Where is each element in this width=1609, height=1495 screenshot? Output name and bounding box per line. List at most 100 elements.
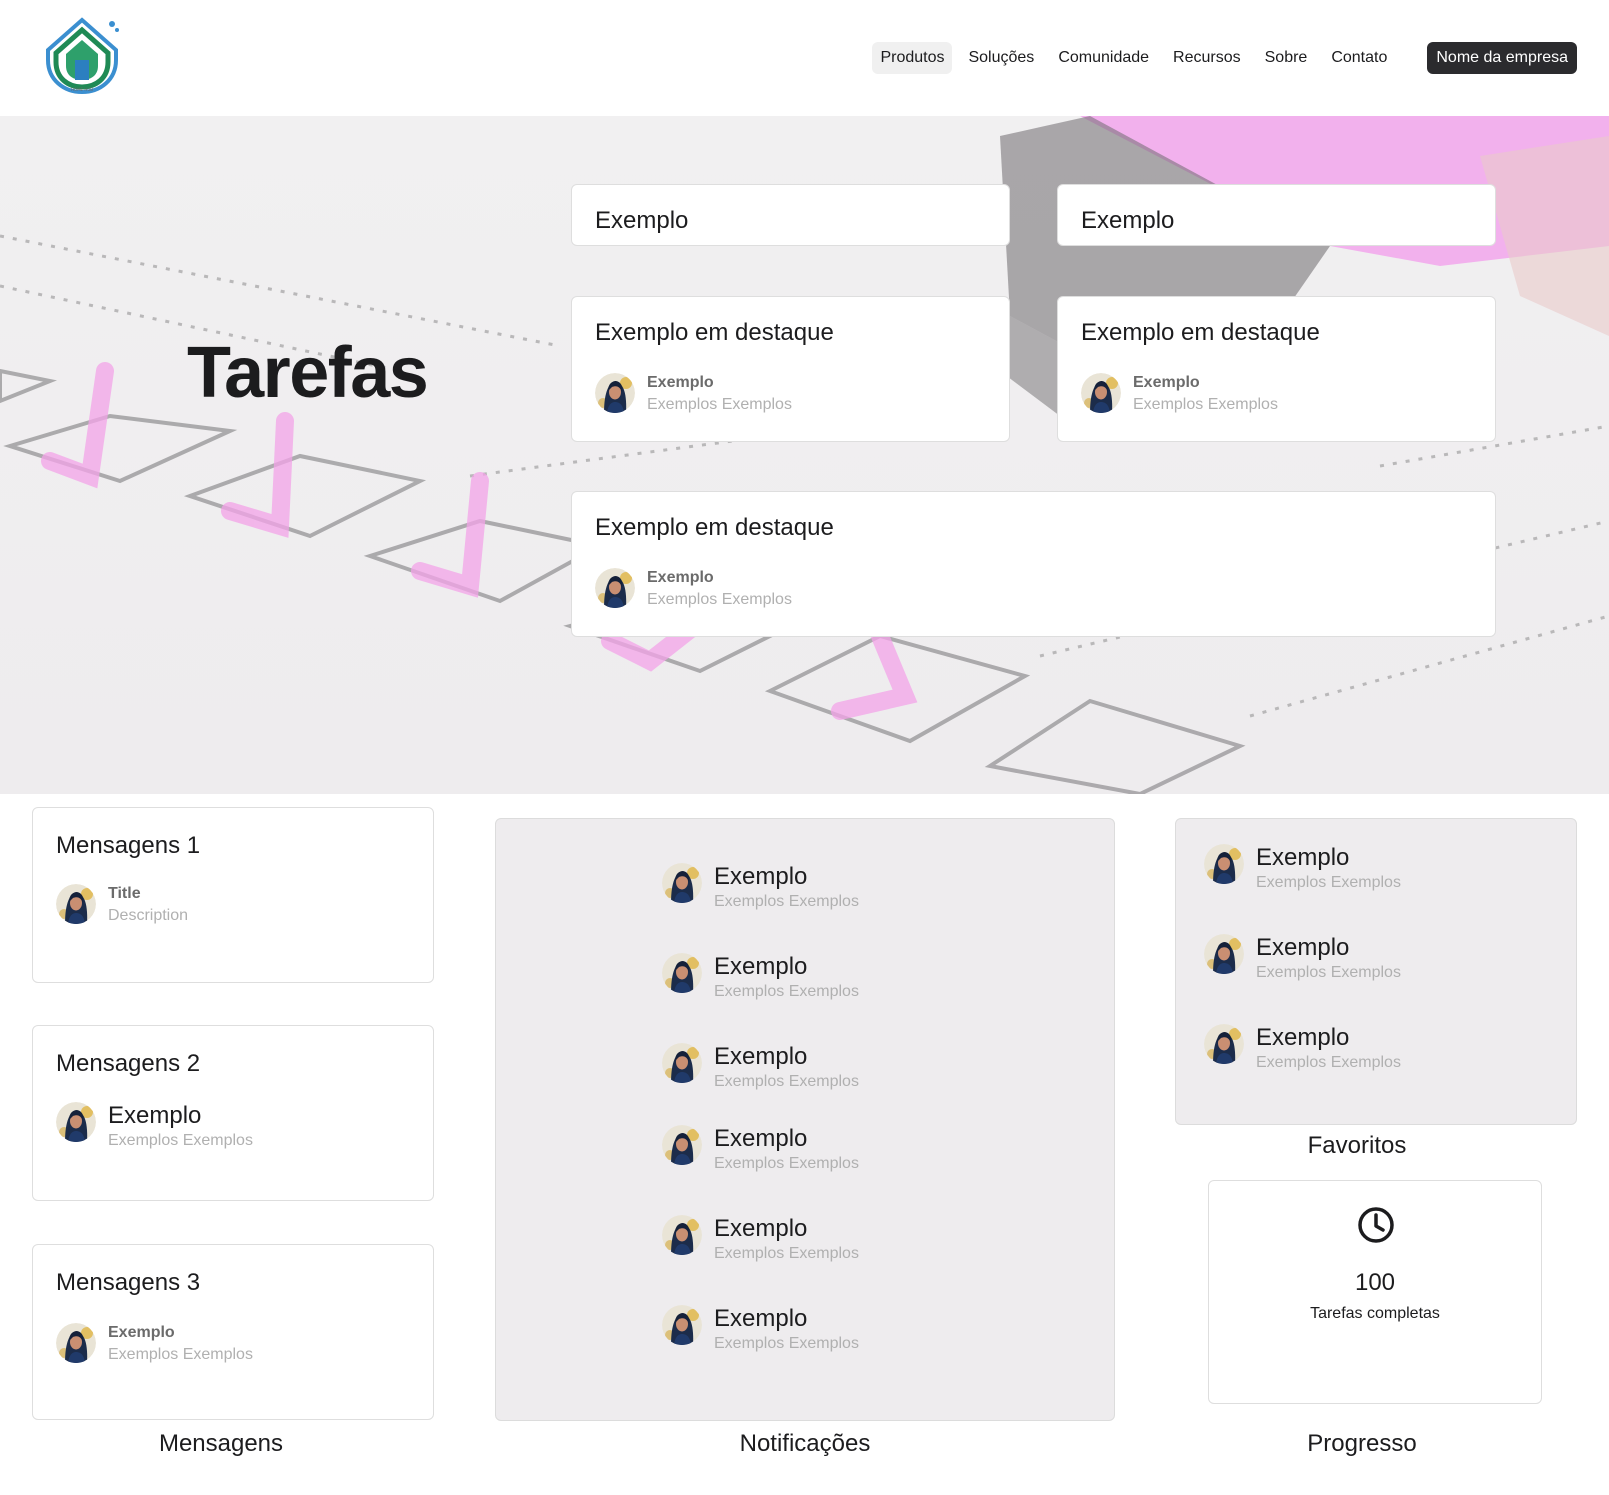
person-description: Description — [108, 907, 189, 924]
avatar — [662, 1215, 702, 1255]
notification-description: Exemplos Exemplos — [714, 1245, 859, 1262]
page: HOME HUB Produtos Soluções Comunidade Re… — [0, 0, 1609, 1495]
notification-name: Exemplo — [714, 1125, 808, 1152]
avatar — [1204, 934, 1244, 974]
message-card[interactable]: Mensagens 3 Exemplo Exemplos Exemplos — [32, 1244, 434, 1420]
page-title: Tarefas — [187, 333, 429, 413]
notification-item[interactable]: Exemplo Exemplos Exemplos — [662, 1215, 859, 1265]
person-name: Exemplo — [108, 1324, 175, 1341]
favorites-panel: Exemplo Exemplos Exemplos Exemplo Exempl… — [1175, 818, 1577, 1125]
card-title: Exemplo — [1081, 207, 1175, 234]
favorite-item[interactable]: Exemplo Exemplos Exemplos — [1204, 1024, 1401, 1074]
person-description: Exemplos Exemplos — [108, 1132, 253, 1149]
notification-item[interactable]: Exemplo Exemplos Exemplos — [662, 1305, 859, 1355]
person-entry: Exemplo Exemplos Exemplos — [56, 1102, 253, 1152]
notification-description: Exemplos Exemplos — [714, 1335, 859, 1352]
avatar — [662, 1125, 702, 1165]
featured-card[interactable]: Exemplo em destaque Exemplo Exemplos Exe… — [571, 296, 1010, 442]
nav-item-sobre[interactable]: Sobre — [1257, 42, 1316, 74]
card-title: Mensagens 3 — [56, 1269, 201, 1296]
nav-item-contato[interactable]: Contato — [1323, 42, 1395, 74]
message-card[interactable]: Mensagens 2 Exemplo Exemplos Exemplos — [32, 1025, 434, 1201]
notification-description: Exemplos Exemplos — [714, 893, 859, 910]
notification-description: Exemplos Exemplos — [714, 983, 859, 1000]
favorite-name: Exemplo — [1256, 844, 1350, 871]
avatar — [56, 884, 96, 924]
clock-icon — [1356, 1205, 1396, 1245]
avatar — [1204, 844, 1244, 884]
person-description: Exemplos Exemplos — [1133, 396, 1278, 413]
person-entry: Title Description — [56, 884, 188, 928]
avatar — [595, 373, 635, 413]
notifications-panel: Exemplo Exemplos Exemplos Exemplo Exempl… — [495, 818, 1115, 1421]
notification-item[interactable]: Exemplo Exemplos Exemplos — [662, 863, 859, 913]
favorite-name: Exemplo — [1256, 1024, 1350, 1051]
person-entry: Exemplo Exemplos Exemplos — [1081, 373, 1278, 417]
card-title: Exemplo em destaque — [595, 319, 834, 346]
notification-item[interactable]: Exemplo Exemplos Exemplos — [662, 1043, 859, 1093]
notification-name: Exemplo — [714, 953, 808, 980]
avatar — [1204, 1024, 1244, 1064]
top-header: HOME HUB Produtos Soluções Comunidade Re… — [0, 0, 1609, 116]
featured-card[interactable]: Exemplo em destaque Exemplo Exemplos Exe… — [571, 491, 1496, 637]
avatar — [56, 1102, 96, 1142]
messages-section-label: Mensagens — [158, 1430, 284, 1457]
person-name: Exemplo — [1133, 374, 1200, 391]
favorites-section-label: Favoritos — [1307, 1132, 1407, 1159]
progress-card: 100 Tarefas completas — [1208, 1180, 1542, 1404]
avatar — [595, 568, 635, 608]
notification-name: Exemplo — [714, 863, 808, 890]
avatar — [56, 1323, 96, 1363]
notification-name: Exemplo — [714, 1215, 808, 1242]
person-description: Exemplos Exemplos — [108, 1346, 253, 1363]
person-description: Exemplos Exemplos — [647, 591, 792, 608]
nav-item-produtos[interactable]: Produtos — [872, 42, 953, 74]
avatar — [1081, 373, 1121, 413]
nav-item-solucoes[interactable]: Soluções — [960, 42, 1042, 74]
card-title: Mensagens 1 — [56, 832, 201, 859]
card-title: Exemplo em destaque — [595, 514, 834, 541]
notification-description: Exemplos Exemplos — [714, 1155, 859, 1172]
hero-section: Tarefas Exemplo Exemplo Exemplo em desta… — [0, 116, 1609, 794]
favorite-description: Exemplos Exemplos — [1256, 1054, 1401, 1071]
company-logo[interactable]: HOME HUB — [44, 16, 120, 96]
favorite-item[interactable]: Exemplo Exemplos Exemplos — [1204, 844, 1401, 894]
person-name: Exemplo — [647, 374, 714, 391]
favorite-description: Exemplos Exemplos — [1256, 874, 1401, 891]
card-title: Mensagens 2 — [56, 1050, 201, 1077]
person-name: Exemplo — [647, 569, 714, 586]
favorite-name: Exemplo — [1256, 934, 1350, 961]
person-entry: Exemplo Exemplos Exemplos — [595, 373, 792, 417]
notification-item[interactable]: Exemplo Exemplos Exemplos — [662, 953, 859, 1003]
avatar — [662, 1305, 702, 1345]
message-card[interactable]: Mensagens 1 Title Description — [32, 807, 434, 983]
progress-caption: Tarefas completas — [1310, 1305, 1440, 1322]
favorite-item[interactable]: Exemplo Exemplos Exemplos — [1204, 934, 1401, 984]
company-name-button[interactable]: Nome da empresa — [1427, 42, 1577, 74]
person-entry: Exemplo Exemplos Exemplos — [56, 1323, 253, 1367]
progress-value: 100 — [1354, 1269, 1396, 1296]
example-card[interactable]: Exemplo — [571, 184, 1010, 246]
person-name: Title — [108, 885, 141, 902]
example-card[interactable]: Exemplo — [1057, 184, 1496, 246]
svg-text:HOME HUB: HOME HUB — [71, 87, 93, 92]
main-nav: Produtos Soluções Comunidade Recursos So… — [872, 42, 1577, 74]
card-title: Exemplo — [595, 207, 689, 234]
person-name: Exemplo — [108, 1102, 202, 1129]
avatar — [662, 1043, 702, 1083]
notification-item[interactable]: Exemplo Exemplos Exemplos — [662, 1125, 859, 1175]
card-title: Exemplo em destaque — [1081, 319, 1320, 346]
notifications-section-label: Notificações — [739, 1430, 871, 1457]
notification-description: Exemplos Exemplos — [714, 1073, 859, 1090]
nav-item-comunidade[interactable]: Comunidade — [1050, 42, 1157, 74]
nav-item-recursos[interactable]: Recursos — [1165, 42, 1249, 74]
person-entry: Exemplo Exemplos Exemplos — [595, 568, 792, 612]
featured-card[interactable]: Exemplo em destaque Exemplo Exemplos Exe… — [1057, 296, 1496, 442]
notification-name: Exemplo — [714, 1305, 808, 1332]
favorite-description: Exemplos Exemplos — [1256, 964, 1401, 981]
notification-name: Exemplo — [714, 1043, 808, 1070]
avatar — [662, 863, 702, 903]
person-description: Exemplos Exemplos — [647, 396, 792, 413]
progress-section-label: Progresso — [1307, 1430, 1417, 1457]
avatar — [662, 953, 702, 993]
